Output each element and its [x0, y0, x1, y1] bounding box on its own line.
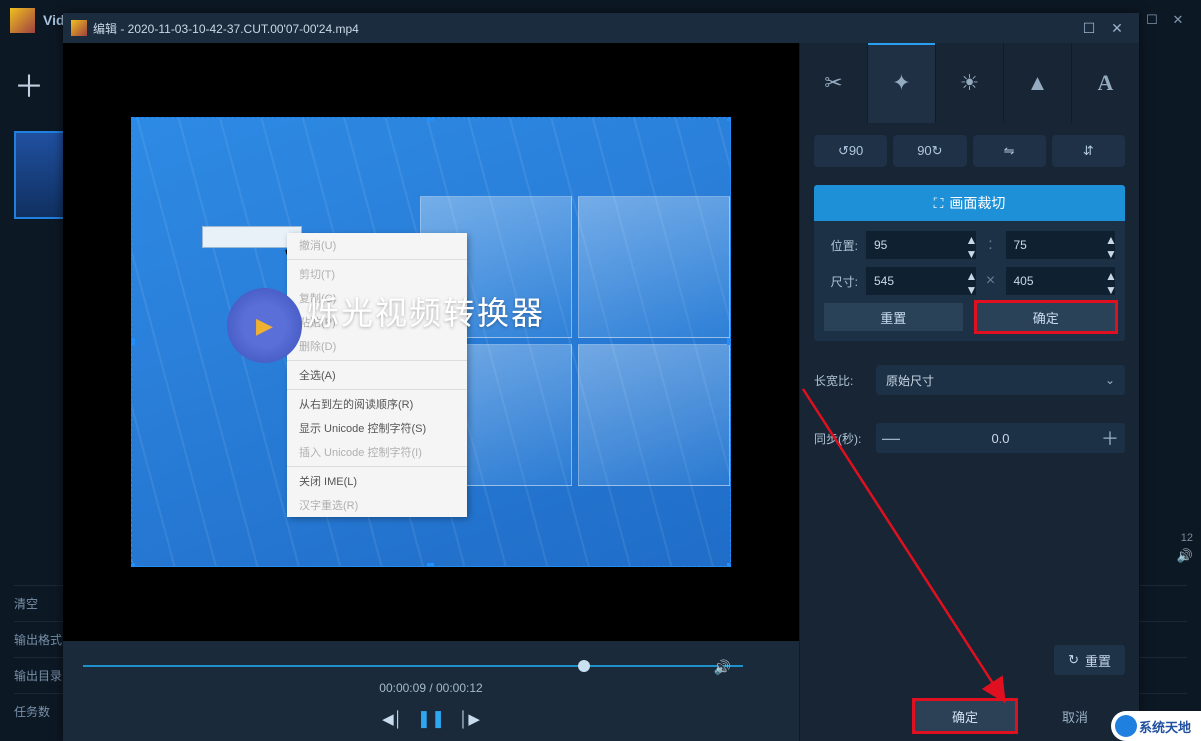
menu-show-unicode[interactable]: 显示 Unicode 控制字符(S) — [287, 416, 467, 440]
crop-confirm-button[interactable]: 确定 — [977, 303, 1116, 331]
crop-section: 位置: 95▲▼ : 75▲▼ 尺寸: 545▲▼ × 405▲▼ 重置 确定 — [814, 221, 1125, 341]
timeline[interactable]: 🔊 — [83, 659, 743, 673]
position-x-input[interactable]: 95▲▼ — [866, 231, 976, 259]
tab-trim[interactable]: ✂ — [800, 43, 867, 123]
crop-handle-tc[interactable] — [427, 117, 434, 121]
position-y-input[interactable]: 75▲▼ — [1006, 231, 1116, 259]
pause-button[interactable]: ❚❚ — [414, 709, 448, 729]
crop-reset-button[interactable]: 重置 — [824, 303, 963, 331]
chevron-down-icon: ⌄ — [1105, 373, 1115, 387]
crop-handle-bl[interactable] — [131, 563, 135, 567]
context-menu: 撤消(U) 剪切(T) 复制(C) 粘贴(P) 删除(D) 全选(A) 从右到左… — [287, 233, 467, 517]
rotate-left-button[interactable]: ↺90 — [814, 135, 887, 167]
brightness-icon: ☀ — [960, 70, 980, 96]
timeline-knob[interactable] — [578, 660, 590, 672]
size-w-input[interactable]: 545▲▼ — [866, 267, 976, 295]
menu-cut[interactable]: 剪切(T) — [287, 262, 467, 286]
separator-colon: : — [984, 236, 998, 254]
crop-icon: ⛶ — [934, 195, 944, 212]
crop-handle-ml[interactable] — [131, 338, 135, 345]
menu-undo[interactable]: 撤消(U) — [287, 233, 467, 257]
crop-title: 画面裁切 — [949, 193, 1005, 213]
aspect-label: 长宽比: — [814, 372, 866, 389]
bg-right-time: 12 — [1177, 532, 1193, 544]
menu-delete[interactable]: 删除(D) — [287, 334, 467, 358]
size-h-input[interactable]: 405▲▼ — [1006, 267, 1116, 295]
crop-handle-tl[interactable] — [131, 117, 135, 121]
flip-horizontal-button[interactable]: ⇋ — [973, 135, 1046, 167]
rotate-right-button[interactable]: 90↻ — [893, 135, 966, 167]
editor-titlebar[interactable]: 编辑 - 2020-11-03-10-42-37.CUT.00'07-00'24… — [63, 13, 1139, 43]
magic-wand-icon: ✦ — [892, 70, 910, 96]
preview-stage[interactable]: ↖ 撤消(U) 剪切(T) 复制(C) 粘贴(P) 删除(D) 全选(A) 从右… — [63, 43, 799, 641]
preview-column: ↖ 撤消(U) 剪切(T) 复制(C) 粘贴(P) 删除(D) 全选(A) 从右… — [63, 43, 799, 741]
menu-reconvert[interactable]: 汉字重选(R) — [287, 493, 467, 517]
menu-select-all[interactable]: 全选(A) — [287, 363, 467, 387]
rotate-row: ↺90 90↻ ⇋ ⇵ — [814, 135, 1125, 167]
editor-title: 编辑 - 2020-11-03-10-42-37.CUT.00'07-00'24… — [93, 20, 359, 37]
crop-handle-mr[interactable] — [727, 338, 731, 345]
crop-handle-bc[interactable] — [427, 563, 434, 567]
panel-reset-button[interactable]: ↻ 重置 — [1054, 645, 1125, 675]
flip-vertical-button[interactable]: ⇵ — [1052, 135, 1125, 167]
app-icon — [71, 20, 87, 36]
dialog-ok-button[interactable]: 确定 — [915, 701, 1015, 731]
sync-stepper[interactable]: — 0.0 ＋ — [876, 423, 1125, 453]
tab-text[interactable]: A — [1071, 43, 1139, 123]
player-volume-icon[interactable]: 🔊 — [714, 659, 731, 676]
editor-close-icon[interactable]: ✕ — [1103, 20, 1131, 37]
position-label: 位置: — [824, 237, 858, 254]
volume-icon[interactable]: 🔊 — [1177, 548, 1193, 564]
stamp-icon: ▲ — [1027, 70, 1049, 96]
editor-maximize-icon[interactable]: ☐ — [1075, 20, 1103, 37]
aspect-select[interactable]: 原始尺寸 ⌄ — [876, 365, 1125, 395]
tab-watermark[interactable]: ▲ — [1003, 43, 1071, 123]
tab-effects[interactable]: ✦ — [867, 43, 935, 123]
sync-minus-button[interactable]: — — [876, 428, 906, 449]
crop-selection[interactable]: ↖ 撤消(U) 剪切(T) 复制(C) 粘贴(P) 删除(D) 全选(A) 从右… — [131, 117, 731, 567]
crop-handle-tr[interactable] — [727, 117, 731, 121]
scissors-icon: ✂ — [824, 70, 842, 96]
tool-tabs: ✂ ✦ ☀ ▲ A — [800, 43, 1139, 123]
menu-insert-unicode[interactable]: 插入 Unicode 控制字符(I) — [287, 440, 467, 464]
bg-right-hint: 12 🔊 — [1177, 532, 1193, 564]
dialog-actions: 确定 取消 — [915, 701, 1125, 731]
close-icon[interactable]: ✕ — [1165, 11, 1191, 29]
sync-value: 0.0 — [906, 431, 1095, 446]
prev-button[interactable]: ◀│ — [376, 710, 410, 728]
watermark-text: 烁光视频转换器 — [307, 288, 545, 334]
watermark-logo-icon — [227, 288, 302, 363]
crop-section-header: ⛶ 画面裁切 — [814, 185, 1125, 221]
right-panel: ✂ ✦ ☀ ▲ A ↺90 90↻ ⇋ ⇵ ⛶ 画面裁切 — [799, 43, 1139, 741]
refresh-icon: ↻ — [1068, 652, 1079, 668]
aspect-value: 原始尺寸 — [886, 372, 934, 389]
tab-brightness[interactable]: ☀ — [935, 43, 1003, 123]
site-badge: 系统天地 — [1111, 711, 1201, 741]
timecode: 00:00:09 / 00:00:12 — [75, 681, 787, 695]
player-controls: 🔊 00:00:09 / 00:00:12 ◀│ ❚❚ │▶ — [63, 641, 799, 741]
separator-times: × — [984, 272, 998, 290]
text-icon: A — [1098, 70, 1114, 96]
menu-close-ime[interactable]: 关闭 IME(L) — [287, 469, 467, 493]
editor-dialog: 编辑 - 2020-11-03-10-42-37.CUT.00'07-00'24… — [63, 13, 1139, 741]
app-logo-icon — [10, 8, 35, 33]
sync-plus-button[interactable]: ＋ — [1095, 425, 1125, 451]
menu-rtl[interactable]: 从右到左的阅读顺序(R) — [287, 392, 467, 416]
dialog-cancel-button[interactable]: 取消 — [1025, 701, 1125, 731]
next-button[interactable]: │▶ — [452, 710, 486, 728]
crop-handle-br[interactable] — [727, 563, 731, 567]
maximize-icon[interactable]: ☐ — [1139, 11, 1165, 29]
size-label: 尺寸: — [824, 273, 858, 290]
sync-label: 同步(秒): — [814, 430, 866, 447]
